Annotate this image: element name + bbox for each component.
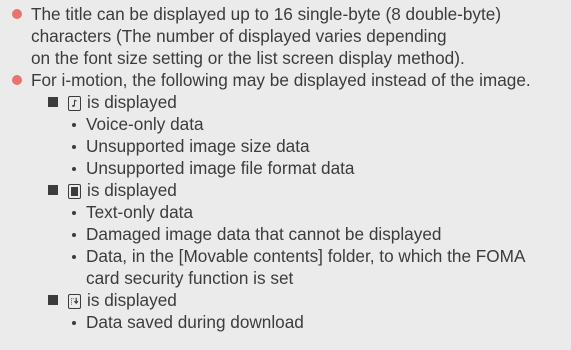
list-item: Unsupported image file format data (0, 157, 571, 179)
sub-heading-label: is displayed (87, 92, 177, 112)
middle-dot-icon (72, 321, 76, 325)
note-text-continuation: on the font size setting or the list scr… (31, 48, 465, 68)
sub-heading-label: is displayed (87, 180, 177, 200)
list-item-text: Text-only data (86, 202, 194, 222)
middle-dot-icon (72, 145, 76, 149)
middle-dot-icon (72, 167, 76, 171)
sub-heading: is displayed (0, 179, 571, 201)
middle-dot-icon (72, 233, 76, 237)
list-item: Unsupported image size data (0, 135, 571, 157)
note-bullet: The title can be displayed up to 16 sing… (0, 3, 571, 25)
sub-heading-label: is displayed (87, 290, 177, 310)
partial-download-file-icon (68, 294, 81, 309)
note-bullet: For i-motion, the following may be displ… (0, 69, 571, 91)
middle-dot-icon (72, 255, 76, 259)
music-note-file-icon (68, 96, 81, 111)
note-text: For i-motion, the following may be displ… (31, 70, 531, 90)
square-bullet-icon (48, 97, 58, 107)
sub-heading: is displayed (0, 91, 571, 113)
list-item: Text-only data (0, 201, 571, 223)
list-item-continuation: card security function is set (86, 268, 294, 288)
note-text-continuation: characters (The number of displayed vari… (31, 26, 447, 46)
text-only-file-icon (68, 184, 81, 199)
middle-dot-icon (72, 123, 76, 127)
list-item: Data, in the [Movable contents] folder, … (0, 245, 571, 267)
square-bullet-icon (48, 295, 58, 305)
list-item: Data saved during download (0, 311, 571, 333)
bullet-dot-icon (12, 75, 22, 85)
document-body: The title can be displayed up to 16 sing… (0, 0, 571, 333)
sub-heading: is displayed (0, 289, 571, 311)
list-item-text: Unsupported image file format data (86, 158, 355, 178)
note-text: The title can be displayed up to 16 sing… (31, 4, 502, 24)
list-item-text: Data saved during download (86, 312, 304, 332)
list-item: Damaged image data that cannot be displa… (0, 223, 571, 245)
bullet-dot-icon (12, 9, 22, 19)
list-item-text: Damaged image data that cannot be displa… (86, 224, 442, 244)
list-item-text: Voice-only data (86, 114, 204, 134)
square-bullet-icon (48, 185, 58, 195)
middle-dot-icon (72, 211, 76, 215)
list-item-text: Unsupported image size data (86, 136, 310, 156)
list-item: Voice-only data (0, 113, 571, 135)
list-item-text: Data, in the [Movable contents] folder, … (86, 246, 526, 266)
